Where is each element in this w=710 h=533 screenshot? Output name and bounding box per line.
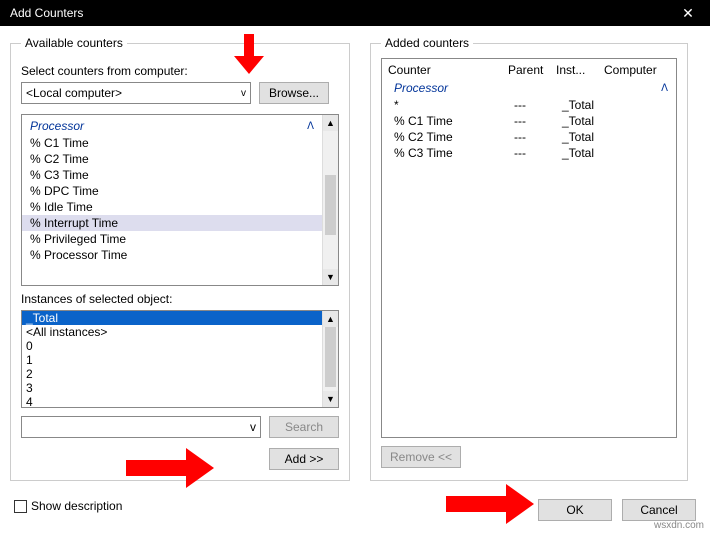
added-group-name: Processor bbox=[394, 81, 448, 95]
scroll-thumb[interactable] bbox=[325, 175, 336, 235]
counter-item[interactable]: % C3 Time bbox=[22, 167, 322, 183]
instance-item[interactable]: 4 bbox=[22, 395, 322, 408]
cell-counter: % C2 Time bbox=[394, 130, 514, 144]
col-counter[interactable]: Counter bbox=[388, 63, 508, 77]
cell-parent: --- bbox=[514, 130, 562, 144]
annotation-arrow-down bbox=[234, 34, 264, 74]
show-description-label: Show description bbox=[31, 499, 122, 513]
instance-item[interactable]: 1 bbox=[22, 353, 322, 367]
add-button[interactable]: Add >> bbox=[269, 448, 339, 470]
available-counters-group: Available counters Select counters from … bbox=[10, 36, 350, 481]
scrollbar[interactable]: ▲ ▼ bbox=[322, 115, 338, 285]
counter-item[interactable]: % C1 Time bbox=[22, 135, 322, 151]
col-instance[interactable]: Inst... bbox=[556, 63, 604, 77]
browse-button[interactable]: Browse... bbox=[259, 82, 329, 104]
added-row[interactable]: % C1 Time --- _Total bbox=[382, 113, 676, 129]
instance-item[interactable]: <All instances> bbox=[22, 325, 322, 339]
computer-combo[interactable]: <Local computer> v bbox=[21, 82, 251, 104]
cell-parent: --- bbox=[514, 146, 562, 160]
available-legend: Available counters bbox=[21, 36, 127, 50]
added-legend: Added counters bbox=[381, 36, 473, 50]
instance-item[interactable]: _Total bbox=[22, 311, 322, 325]
counter-item[interactable]: % Idle Time bbox=[22, 199, 322, 215]
instances-label: Instances of selected object: bbox=[21, 292, 339, 306]
counter-group-name: Processor bbox=[30, 119, 84, 133]
ok-button[interactable]: OK bbox=[538, 499, 612, 521]
scroll-down-icon[interactable]: ▼ bbox=[323, 269, 338, 285]
computer-combo-value: <Local computer> bbox=[26, 86, 122, 100]
collapse-icon[interactable]: ᐱ bbox=[661, 83, 668, 94]
counter-item[interactable]: % Privileged Time bbox=[22, 231, 322, 247]
select-computer-label: Select counters from computer: bbox=[21, 64, 339, 78]
scrollbar[interactable]: ▲ ▼ bbox=[322, 311, 338, 407]
added-header-row: Counter Parent Inst... Computer bbox=[382, 59, 676, 79]
cell-instance: _Total bbox=[562, 114, 610, 128]
added-row[interactable]: % C2 Time --- _Total bbox=[382, 129, 676, 145]
scroll-up-icon[interactable]: ▲ bbox=[323, 311, 338, 327]
annotation-arrow-right bbox=[126, 448, 216, 488]
cell-instance: _Total bbox=[562, 98, 610, 112]
window-title: Add Counters bbox=[10, 6, 83, 20]
counter-item[interactable]: % C2 Time bbox=[22, 151, 322, 167]
instance-search-combo[interactable]: v bbox=[21, 416, 261, 438]
instance-item[interactable]: 2 bbox=[22, 367, 322, 381]
cell-counter: * bbox=[394, 98, 514, 112]
instance-list[interactable]: _Total <All instances> 0 1 2 3 4 5 ▲ ▼ bbox=[21, 310, 339, 408]
scroll-down-icon[interactable]: ▼ bbox=[323, 391, 338, 407]
chevron-down-icon: v bbox=[241, 88, 246, 99]
cell-parent: --- bbox=[514, 98, 562, 112]
cell-parent: --- bbox=[514, 114, 562, 128]
annotation-arrow-right bbox=[446, 484, 536, 524]
cell-counter: % C1 Time bbox=[394, 114, 514, 128]
show-description-checkbox[interactable]: Show description bbox=[14, 499, 122, 513]
added-group-header[interactable]: Processor ᐱ bbox=[382, 79, 676, 97]
added-row[interactable]: * --- _Total bbox=[382, 97, 676, 113]
cell-instance: _Total bbox=[562, 146, 610, 160]
added-row[interactable]: % C3 Time --- _Total bbox=[382, 145, 676, 161]
chevron-down-icon: v bbox=[250, 420, 256, 434]
scroll-thumb[interactable] bbox=[325, 327, 336, 387]
counter-group-header[interactable]: Processor ᐱ bbox=[22, 115, 322, 135]
cancel-button[interactable]: Cancel bbox=[622, 499, 696, 521]
added-list[interactable]: Counter Parent Inst... Computer Processo… bbox=[381, 58, 677, 438]
col-parent[interactable]: Parent bbox=[508, 63, 556, 77]
instance-item[interactable]: 3 bbox=[22, 381, 322, 395]
search-button[interactable]: Search bbox=[269, 416, 339, 438]
collapse-icon[interactable]: ᐱ bbox=[307, 121, 314, 132]
col-computer[interactable]: Computer bbox=[604, 63, 670, 77]
cell-counter: % C3 Time bbox=[394, 146, 514, 160]
cell-instance: _Total bbox=[562, 130, 610, 144]
remove-button[interactable]: Remove << bbox=[381, 446, 461, 468]
titlebar: Add Counters ✕ bbox=[0, 0, 710, 26]
scroll-up-icon[interactable]: ▲ bbox=[323, 115, 338, 131]
counter-list[interactable]: Processor ᐱ % C1 Time % C2 Time % C3 Tim… bbox=[21, 114, 339, 286]
counter-item[interactable]: % Interrupt Time bbox=[22, 215, 322, 231]
counter-item[interactable]: % Processor Time bbox=[22, 247, 322, 263]
counter-item[interactable]: % DPC Time bbox=[22, 183, 322, 199]
watermark: wsxdn.com bbox=[654, 520, 704, 531]
close-icon[interactable]: ✕ bbox=[666, 0, 710, 26]
instance-item[interactable]: 0 bbox=[22, 339, 322, 353]
checkbox-icon[interactable] bbox=[14, 500, 27, 513]
added-counters-group: Added counters Counter Parent Inst... Co… bbox=[370, 36, 688, 481]
